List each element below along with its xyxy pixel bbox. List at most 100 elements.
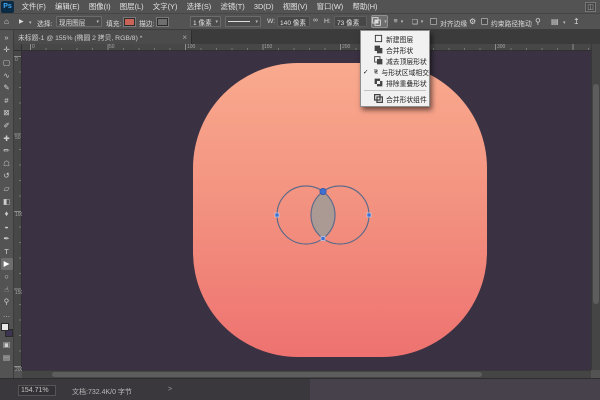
menu-type[interactable]: 文字(Y) <box>148 0 182 14</box>
zoom-level-field[interactable]: 154.71% <box>18 385 56 396</box>
blur-icon: ♦ <box>5 209 9 218</box>
screen-mode-button[interactable]: ▤ <box>1 351 13 364</box>
menu-item-merge-shape-components[interactable]: 合并形状组件 <box>361 93 429 104</box>
window-layout-icon[interactable]: ◫ <box>585 2 596 12</box>
tools-panel: » ✛ ▢ ∿ ✎ # ⊠ ✐ ✚ ✏ ☖ ↺ ▱ ◧ ♦ ◒ ✒ T ▶ ○ … <box>0 30 14 385</box>
eraser-icon: ▱ <box>4 184 10 193</box>
ellipse-paths-overlay[interactable] <box>265 175 375 255</box>
height-field[interactable]: 73 像素 <box>334 16 367 27</box>
foreground-color-swatch[interactable] <box>1 323 9 331</box>
share-icon[interactable]: ↥ <box>573 17 580 26</box>
toolbar-collapse-icon[interactable]: » <box>1 31 13 44</box>
scrollbar-thumb[interactable] <box>593 84 599 304</box>
menu-bar: Ps 文件(F) 编辑(E) 图像(I) 图层(L) 文字(Y) 选择(S) 滤… <box>0 0 600 14</box>
menu-item-subtract-front-shape[interactable]: 减去顶层形状 <box>361 55 429 66</box>
height-label: H: <box>324 18 331 25</box>
anchor-point-bottom-intersection[interactable] <box>321 237 325 241</box>
menu-layer[interactable]: 图层(L) <box>115 0 148 14</box>
fill-label: 填充: <box>106 18 121 28</box>
edit-toolbar-button[interactable]: … <box>1 308 13 321</box>
marquee-tool[interactable]: ▢ <box>1 56 13 69</box>
eraser-tool[interactable]: ▱ <box>1 182 13 195</box>
menu-item-unite-shapes[interactable]: 合并形状 <box>361 44 429 55</box>
select-mode-dropdown[interactable]: 现用图层▾ <box>56 16 102 27</box>
vertical-scrollbar[interactable] <box>591 44 600 370</box>
intersect-shapes-icon <box>372 17 381 26</box>
anchor-point-east[interactable] <box>367 213 371 217</box>
menu-item-new-layer[interactable]: 新建图层 <box>361 33 429 44</box>
document-tab[interactable]: 未标题-1 @ 155% (椭圆 2 拷贝, RGB/8) * × <box>14 30 192 44</box>
intersect-shapes-icon <box>374 67 378 76</box>
search-icon[interactable]: ⚲ <box>535 17 541 26</box>
new-layer-icon <box>374 34 383 43</box>
zoom-tool[interactable]: ⚲ <box>1 295 13 308</box>
menu-select[interactable]: 选择(S) <box>182 0 216 14</box>
scrollbar-thumb[interactable] <box>52 372 482 377</box>
pen-tool[interactable]: ✒ <box>1 233 13 246</box>
path-operations-button[interactable]: ▾ <box>371 15 388 28</box>
quick-mask-button[interactable]: ▣ <box>1 339 13 352</box>
ruler-horizontal[interactable]: 0 50 100 150 200 250 300 <box>14 44 591 51</box>
path-alignment-button[interactable]: ≡▾ <box>390 15 407 28</box>
canvas[interactable] <box>22 51 591 370</box>
crop-icon: # <box>4 96 8 105</box>
anchor-point-west[interactable] <box>275 213 279 217</box>
ruler-number: 100 <box>187 44 195 50</box>
anchor-point-selected[interactable] <box>320 188 326 194</box>
gear-icon[interactable]: ⚙ <box>469 17 476 26</box>
menu-edit[interactable]: 编辑(E) <box>50 0 84 14</box>
blur-tool[interactable]: ♦ <box>1 207 13 220</box>
quick-select-tool[interactable]: ✎ <box>1 81 13 94</box>
crop-tool[interactable]: # <box>1 94 13 107</box>
menu-filter[interactable]: 滤镜(T) <box>216 0 249 14</box>
stroke-swatch[interactable] <box>157 18 168 26</box>
healing-brush-tool[interactable]: ✚ <box>1 132 13 145</box>
stroke-width-field[interactable]: 1 像素▾ <box>190 16 221 27</box>
frame-tool[interactable]: ⊠ <box>1 107 13 120</box>
frame-icon: ⊠ <box>3 108 9 117</box>
home-icon[interactable]: ⌂ <box>4 17 9 26</box>
dodge-tool[interactable]: ◒ <box>1 220 13 233</box>
pen-icon: ✒ <box>3 234 9 243</box>
menu-separator <box>364 90 426 91</box>
menu-3d[interactable]: 3D(D) <box>249 0 278 14</box>
hand-tool[interactable]: ☝ <box>1 283 13 296</box>
menu-item-exclude-overlapping-shapes[interactable]: 排除重叠形状 <box>361 77 429 88</box>
lasso-tool[interactable]: ∿ <box>1 69 13 82</box>
shape-tool[interactable]: ○ <box>1 270 13 283</box>
width-field[interactable]: 140 像素 <box>277 16 310 27</box>
menu-help[interactable]: 帮助(H) <box>348 0 382 14</box>
workspace-icon[interactable]: ▤ <box>551 17 559 26</box>
ruler-vertical[interactable]: 0 50 100 150 200 <box>14 51 22 370</box>
menu-view[interactable]: 视图(V) <box>278 0 312 14</box>
horizontal-scrollbar[interactable] <box>22 370 591 378</box>
dodge-icon: ◒ <box>4 222 9 231</box>
brush-tool[interactable]: ✏ <box>1 144 13 157</box>
constrain-path-checkbox[interactable] <box>481 18 488 25</box>
path-select-tool[interactable]: ▶ <box>1 258 13 271</box>
path-operations-menu: 新建图层 合并形状 减去顶层形状 ✓ 与形状区域相交 <box>360 30 430 107</box>
menu-file[interactable]: 文件(F) <box>17 0 50 14</box>
stroke-label: 描边: <box>139 18 154 28</box>
close-icon[interactable]: × <box>182 33 187 42</box>
link-dimensions-icon[interactable]: ∞ <box>313 17 318 24</box>
menu-image[interactable]: 图像(I) <box>84 0 115 14</box>
path-arrangement-button[interactable]: ❏▾ <box>409 15 426 28</box>
type-tool[interactable]: T <box>1 245 13 258</box>
clone-stamp-tool[interactable]: ☖ <box>1 157 13 170</box>
status-options-chevron-icon[interactable]: > <box>168 386 172 393</box>
zoom-level-value: 154.71% <box>21 387 49 394</box>
menu-window[interactable]: 窗口(W) <box>312 0 348 14</box>
align-edges-checkbox[interactable] <box>430 18 437 25</box>
fill-swatch[interactable] <box>124 18 135 26</box>
gradient-tool[interactable]: ◧ <box>1 195 13 208</box>
stroke-style-dropdown[interactable]: ▾ <box>225 16 261 27</box>
brush-icon: ✏ <box>3 146 9 155</box>
move-tool[interactable]: ✛ <box>1 44 13 57</box>
eyedropper-tool[interactable]: ✐ <box>1 119 13 132</box>
foreground-background-colors[interactable] <box>1 323 13 337</box>
tool-preset-icon[interactable]: ▶ <box>19 18 24 25</box>
intersection-region[interactable] <box>311 192 335 239</box>
menu-item-intersect-shape-areas[interactable]: ✓ 与形状区域相交 <box>361 66 429 77</box>
history-brush-tool[interactable]: ↺ <box>1 170 13 183</box>
